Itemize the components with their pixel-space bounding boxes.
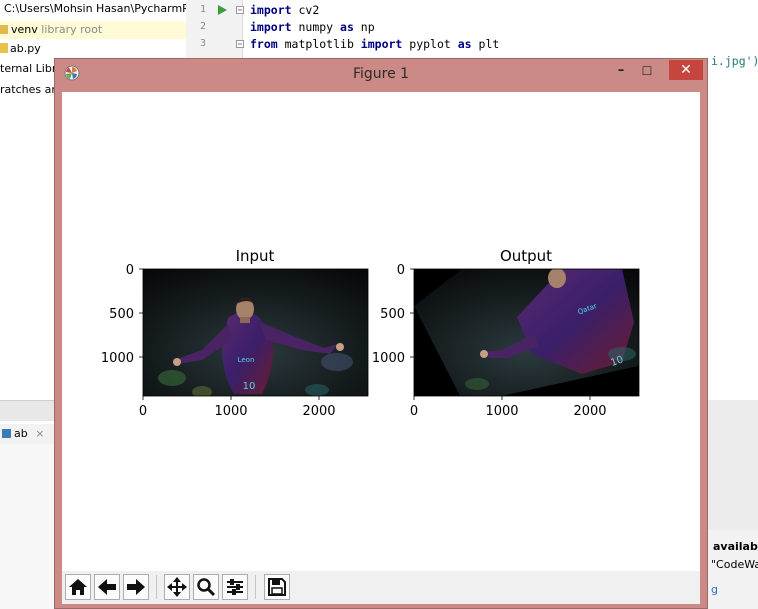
zoom-button[interactable] [193, 574, 219, 600]
navigation-toolbar [62, 571, 700, 604]
home-button[interactable] [65, 574, 91, 600]
fold-icon[interactable] [236, 6, 244, 14]
notification-text: "CodeWa [711, 558, 758, 571]
run-output-panel [0, 444, 56, 609]
home-icon [69, 579, 87, 595]
keyword: import [250, 20, 292, 34]
figure-titlebar[interactable]: Figure 1 – ☐ ✕ [55, 59, 707, 86]
keyword: import [250, 3, 292, 17]
x-tick-label: 1000 [214, 404, 247, 419]
configure-subplots-button[interactable] [222, 574, 248, 600]
x-tick-label: 0 [410, 404, 418, 419]
code-text: np [353, 20, 375, 34]
code-line-3: from matplotlib import pyplot as plt [250, 37, 499, 51]
close-button[interactable]: ✕ [669, 60, 703, 80]
output-image: Qatar 10 [414, 269, 639, 396]
pan-icon [167, 577, 187, 597]
tree-item-ab-py[interactable]: ab.py [0, 40, 186, 58]
jersey-number: 10 [243, 381, 256, 392]
input-subplot-title: Input [236, 247, 275, 265]
x-tick-label: 2000 [573, 404, 606, 419]
y-tick-label: 0 [126, 263, 134, 278]
toolbar-separator [255, 575, 256, 599]
jersey-text: Leon [238, 356, 255, 364]
code-text: pyplot [402, 37, 458, 51]
maximize-button[interactable]: ☐ [637, 61, 657, 81]
y-tick-label: 1000 [372, 351, 405, 366]
output-subplot-title: Output [500, 247, 552, 265]
project-path-text: C:\Users\Mohsin Hasan\PycharmP [4, 2, 186, 15]
input-image: Leon 10 [143, 269, 368, 396]
run-tab-ab[interactable]: ab × [0, 424, 55, 444]
y-tick-label: 0 [397, 263, 405, 278]
line-number: 1 [199, 4, 206, 15]
pan-button[interactable] [164, 574, 190, 600]
forward-button[interactable] [123, 574, 149, 600]
close-tab-icon[interactable]: × [35, 427, 44, 440]
run-icon[interactable] [216, 4, 228, 16]
toolbar-separator [156, 575, 157, 599]
line-number: 2 [199, 21, 206, 32]
project-root-path[interactable]: C:\Users\Mohsin Hasan\PycharmP [0, 0, 186, 18]
keyword: import [360, 37, 403, 51]
code-line-2: import numpy as np [250, 20, 375, 34]
zoom-icon [197, 578, 216, 597]
x-tick-label: 2000 [302, 404, 335, 419]
keyword: from [250, 37, 278, 51]
code-line-1: import cv2 [250, 3, 319, 17]
tree-item-venv[interactable]: venv library root [0, 21, 186, 39]
forward-arrow-icon [127, 579, 145, 595]
code-text: matplotlib [277, 37, 361, 51]
input-subplot: Input Leon 10 0 500 1000 0 1000 2000 [101, 247, 369, 419]
code-text: numpy [291, 20, 341, 34]
python-run-icon [2, 429, 11, 438]
configure-subplots-icon [227, 579, 243, 595]
code-text: plt [471, 37, 500, 51]
figure-canvas[interactable]: Input Leon 10 0 500 1000 0 1000 2000 Out… [62, 92, 700, 571]
run-tab-label: ab [14, 427, 28, 440]
code-text: cv2 [291, 3, 320, 17]
figure-plot-area: Input Leon 10 0 500 1000 0 1000 2000 Out… [101, 247, 640, 419]
back-button[interactable] [94, 574, 120, 600]
notification-title: available [713, 540, 758, 553]
keyword: as [340, 20, 354, 34]
notification-balloon[interactable]: available "CodeWa g [706, 530, 758, 609]
keyword: as [457, 37, 472, 51]
output-subplot: Output Qatar 10 0 500 1000 0 1000 2000 [372, 247, 640, 419]
figure-title: Figure 1 [352, 66, 410, 82]
minimize-button[interactable]: – [611, 61, 631, 81]
notification-link[interactable]: g [711, 583, 718, 596]
x-tick-label: 1000 [485, 404, 518, 419]
y-tick-label: 500 [109, 307, 134, 322]
save-icon [268, 578, 286, 596]
x-tick-label: 0 [139, 404, 147, 419]
fold-icon[interactable] [236, 40, 244, 48]
folder-icon [0, 25, 8, 34]
tree-item-label: ab.py [10, 42, 41, 55]
tree-item-note: library root [41, 23, 103, 36]
line-number: 3 [199, 38, 206, 49]
code-line-4-tail: i.jpg') [711, 54, 758, 68]
tree-item-label: venv [11, 23, 38, 36]
figure-window[interactable]: Figure 1 – ☐ ✕ Input Leon 10 0 500 1000 … [54, 58, 708, 609]
save-button[interactable] [264, 574, 290, 600]
y-tick-label: 1000 [101, 351, 134, 366]
python-file-icon [0, 43, 8, 53]
y-tick-label: 500 [380, 307, 405, 322]
back-arrow-icon [98, 579, 116, 595]
